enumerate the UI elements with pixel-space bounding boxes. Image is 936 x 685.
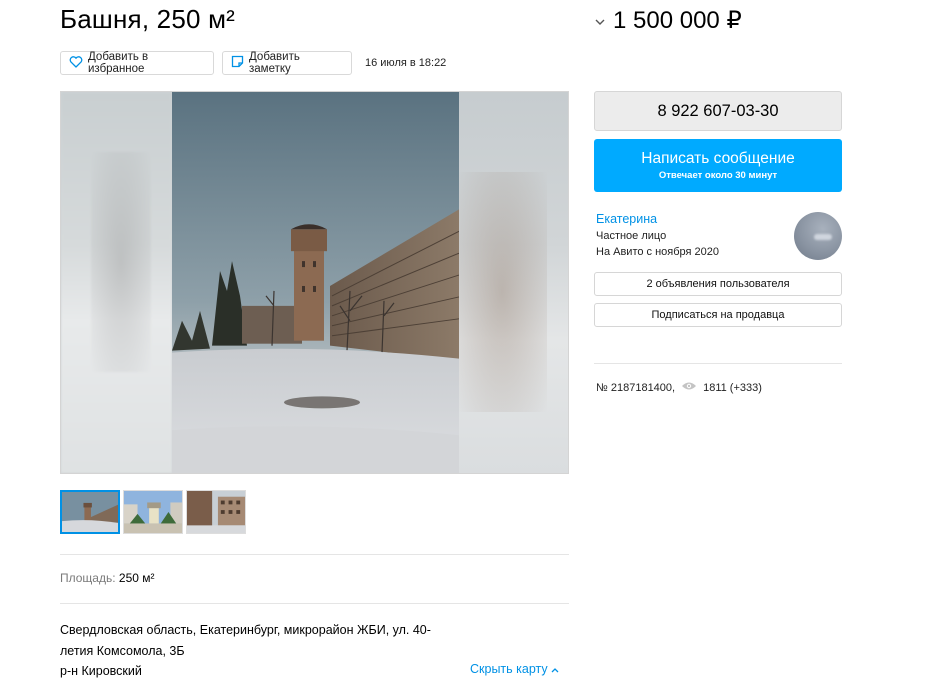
gallery-blur-right bbox=[457, 92, 568, 473]
section-divider bbox=[60, 554, 569, 555]
publish-date: 16 июля в 18:22 bbox=[365, 57, 447, 69]
show-phone-button[interactable]: 8 922 607-03-30 bbox=[594, 91, 842, 131]
note-icon bbox=[231, 55, 244, 71]
price-block[interactable]: 1 500 000 ₽ bbox=[593, 6, 742, 35]
thumbnail-3[interactable] bbox=[186, 490, 246, 534]
address-line-1: Свердловская область, Екатеринбург, микр… bbox=[60, 623, 431, 637]
eye-icon bbox=[681, 381, 697, 394]
listing-title: Башня, 250 м² bbox=[60, 4, 236, 34]
area-value: 250 м² bbox=[118, 571, 155, 585]
thumbnail-2[interactable] bbox=[123, 490, 183, 534]
district: р-н Кировский bbox=[60, 664, 142, 678]
listing-price: 1 500 000 ₽ bbox=[613, 7, 742, 34]
gallery-blur-left bbox=[61, 92, 172, 473]
thumbnail-1[interactable] bbox=[60, 490, 120, 534]
area-param: Площадь: 250 м² bbox=[60, 571, 155, 585]
subscribe-seller-button[interactable]: Подписаться на продавца bbox=[594, 303, 842, 327]
view-count: 1811 (+333) bbox=[703, 381, 762, 394]
section-divider bbox=[60, 603, 569, 604]
seller-name-link[interactable]: Екатерина bbox=[596, 212, 657, 226]
seller-ads-button[interactable]: 2 объявления пользователя bbox=[594, 272, 842, 296]
sidebar-divider bbox=[594, 363, 842, 364]
heart-icon bbox=[69, 55, 83, 71]
hide-map-label: Скрыть карту bbox=[470, 662, 548, 676]
address-block: Свердловская область, Екатеринбург, микр… bbox=[60, 620, 460, 682]
item-meta: № 2187181400, 1811 (+333) bbox=[596, 381, 762, 394]
item-number: № 2187181400, bbox=[596, 381, 676, 394]
write-message-label: Написать сообщение bbox=[641, 150, 795, 167]
add-to-favorites-button[interactable]: Добавить в избранное bbox=[60, 51, 214, 75]
add-note-button[interactable]: Добавить заметку bbox=[222, 51, 352, 75]
chevron-up-icon bbox=[551, 662, 559, 676]
area-label: Площадь: bbox=[60, 571, 116, 585]
chevron-down-icon[interactable] bbox=[593, 16, 607, 30]
hide-map-link[interactable]: Скрыть карту bbox=[470, 662, 559, 676]
response-time: Отвечает около 30 минут bbox=[658, 170, 778, 181]
photo-gallery[interactable] bbox=[60, 91, 569, 474]
seller-since: На Авито с ноября 2020 bbox=[596, 246, 720, 258]
seller-avatar[interactable] bbox=[794, 212, 842, 260]
note-label: Добавить заметку bbox=[249, 51, 300, 75]
seller-type: Частное лицо bbox=[596, 230, 667, 242]
main-photo[interactable] bbox=[172, 92, 459, 473]
address-line-2: летия Комсомола, 3Б bbox=[60, 643, 185, 658]
write-message-button[interactable]: Написать сообщение Отвечает около 30 мин… bbox=[594, 139, 842, 192]
thumbnail-strip bbox=[60, 490, 246, 534]
favorite-label: Добавить в избранное bbox=[88, 51, 149, 75]
